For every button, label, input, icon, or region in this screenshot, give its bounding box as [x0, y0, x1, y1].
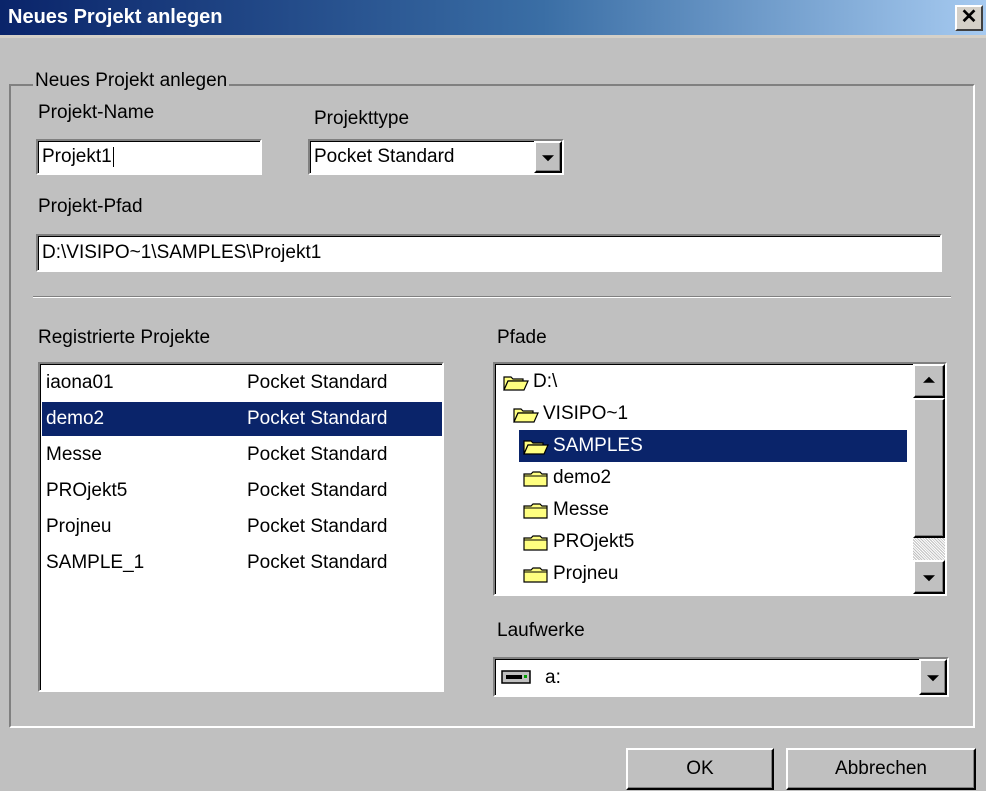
project-name-input[interactable]: Projekt1: [36, 139, 262, 175]
project-name-cell: iaona01: [46, 372, 114, 393]
list-item[interactable]: demo2 Pocket Standard: [42, 402, 442, 436]
tree-item-label: VISIPO~1: [543, 403, 629, 424]
project-name-value: Projekt1: [42, 146, 112, 167]
project-name-label: Projekt-Name: [38, 102, 155, 123]
drives-select[interactable]: a:: [493, 657, 949, 697]
registered-projects-label: Registrierte Projekte: [38, 327, 211, 348]
scroll-down-button[interactable]: [913, 560, 945, 594]
tree-item-label: PROjekt5: [553, 531, 635, 552]
project-name-cell: Messe: [46, 444, 102, 465]
tree-item[interactable]: Messe: [519, 494, 819, 526]
project-type-value: Pocket Standard: [314, 146, 455, 167]
paths-scrollbar[interactable]: [913, 364, 945, 594]
project-type-cell: Pocket Standard: [247, 372, 388, 393]
tree-item-label: D:\: [533, 371, 558, 392]
open-folder-icon: [523, 440, 549, 455]
ok-button[interactable]: OK: [626, 748, 774, 790]
project-type-cell: Pocket Standard: [247, 444, 388, 465]
project-type-dropdown-button[interactable]: [534, 141, 562, 173]
project-type-cell: Pocket Standard: [247, 552, 388, 573]
tree-item-label: Messe: [553, 499, 609, 520]
tree-item-label: Projneu: [553, 563, 619, 584]
list-item[interactable]: iaona01 Pocket Standard: [42, 366, 442, 400]
tree-item[interactable]: Projneu: [519, 558, 819, 590]
list-item[interactable]: PROjekt5 Pocket Standard: [42, 474, 442, 508]
project-path-input[interactable]: D:\VISIPO~1\SAMPLES\Projekt1: [36, 234, 942, 272]
project-type-cell: Pocket Standard: [247, 408, 388, 429]
group-legend: Neues Projekt anlegen: [33, 70, 230, 92]
list-item[interactable]: Projneu Pocket Standard: [42, 510, 442, 544]
folder-icon: [523, 471, 548, 487]
tree-item[interactable]: D:\: [499, 366, 799, 398]
window-title: Neues Projekt anlegen: [8, 6, 223, 28]
cancel-button[interactable]: Abbrechen: [786, 748, 976, 790]
drives-value: a:: [545, 667, 561, 688]
drives-label: Laufwerke: [497, 620, 585, 641]
tree-item[interactable]: demo2: [519, 462, 819, 494]
tree-item-label: demo2: [553, 467, 612, 488]
project-path-label: Projekt-Pfad: [38, 196, 143, 217]
paths-label: Pfade: [497, 327, 547, 348]
open-folder-icon: [513, 408, 539, 423]
drives-dropdown-button[interactable]: [919, 659, 947, 695]
tree-item[interactable]: VISIPO~1: [509, 398, 809, 430]
list-item[interactable]: Messe Pocket Standard: [42, 438, 442, 472]
paths-tree[interactable]: D:\ VISIPO~1 SAMPLES demo2 Messe PROjekt5 Proj…: [493, 362, 947, 596]
registered-projects-list[interactable]: iaona01 Pocket Standard demo2 Pocket Standa…: [38, 362, 444, 692]
list-item[interactable]: SAMPLE_1 Pocket Standard: [42, 546, 442, 580]
folder-icon: [523, 535, 548, 551]
tree-item[interactable]: SAMPLES: [519, 430, 907, 462]
close-icon: ✕: [960, 6, 978, 28]
folder-icon: [523, 567, 548, 583]
project-type-cell: Pocket Standard: [247, 480, 388, 501]
tree-item-label: SAMPLES: [553, 435, 643, 456]
project-name-cell: PROjekt5: [46, 480, 128, 501]
chevron-up-icon: [923, 376, 935, 383]
project-type-select[interactable]: Pocket Standard: [308, 139, 564, 175]
ok-button-label: OK: [686, 758, 714, 779]
scroll-up-button[interactable]: [913, 364, 945, 398]
project-name-cell: demo2: [46, 408, 105, 429]
open-folder-icon: [503, 376, 529, 391]
chevron-down-icon: [923, 575, 935, 582]
project-type-cell: Pocket Standard: [247, 516, 388, 537]
separator: [33, 296, 951, 298]
cancel-button-label: Abbrechen: [835, 758, 927, 779]
chevron-down-icon: [542, 155, 554, 162]
drive-icon: [501, 670, 531, 684]
scroll-thumb[interactable]: [913, 398, 945, 538]
chevron-down-icon: [927, 675, 939, 682]
project-type-label: Projekttype: [314, 108, 410, 129]
tree-item[interactable]: PROjekt5: [519, 526, 819, 558]
project-path-value: D:\VISIPO~1\SAMPLES\Projekt1: [42, 242, 322, 263]
folder-icon: [523, 503, 548, 519]
project-name-cell: SAMPLE_1: [46, 552, 145, 573]
project-name-cell: Projneu: [46, 516, 112, 537]
close-button[interactable]: ✕: [955, 5, 983, 31]
